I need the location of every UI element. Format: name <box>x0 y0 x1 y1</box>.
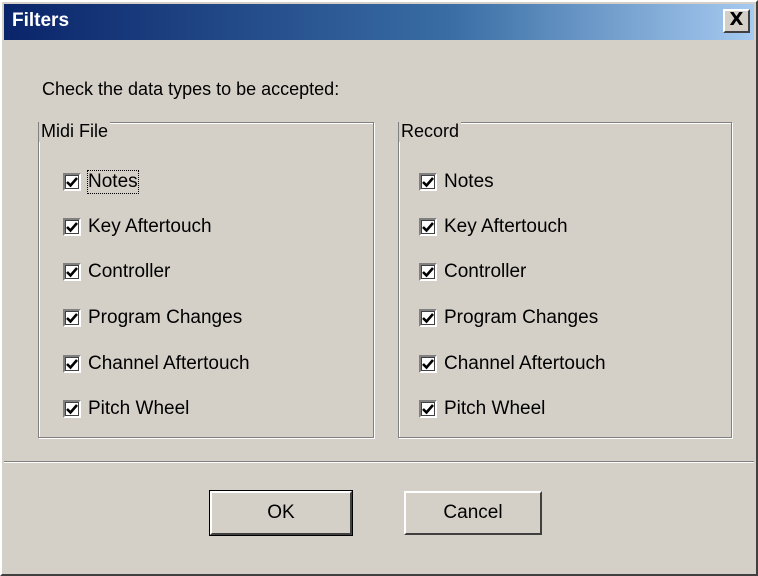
checkbox-box[interactable] <box>63 218 81 236</box>
midi-file-group-label: Midi File <box>39 121 111 142</box>
checkbox-box[interactable] <box>63 263 81 281</box>
checkbox-box[interactable] <box>419 400 437 418</box>
checkbox-label: Controller <box>444 261 527 282</box>
checkbox-label: Pitch Wheel <box>444 398 546 419</box>
checkbox-box[interactable] <box>63 355 81 373</box>
cancel-button[interactable]: Cancel <box>404 491 542 535</box>
checkbox-label: Pitch Wheel <box>88 398 190 419</box>
checkbox-label: Program Changes <box>88 307 243 328</box>
ok-button[interactable]: OK <box>209 490 353 536</box>
window-title: Filters <box>12 10 70 31</box>
checkbox-label: Program Changes <box>444 307 599 328</box>
checkbox-label: Key Aftertouch <box>88 216 212 237</box>
button-separator <box>4 461 754 463</box>
instruction-text: Check the data types to be accepted: <box>42 79 340 99</box>
checkbox-label: Notes <box>444 171 494 192</box>
checkbox-box[interactable] <box>63 400 81 418</box>
checkbox-box[interactable] <box>419 218 437 236</box>
midi-file-group: Midi File Notes Key Aftertouch Controlle… <box>38 121 374 438</box>
record-group-label: Record <box>399 121 462 142</box>
checkbox-label: Notes <box>87 170 139 194</box>
checkbox-box[interactable] <box>419 355 437 373</box>
close-button[interactable]: X <box>723 9 750 33</box>
checkbox-box[interactable] <box>63 309 81 327</box>
filters-dialog: Filters X Check the data types to be acc… <box>0 0 758 576</box>
title-bar[interactable]: Filters X <box>4 4 754 40</box>
checkbox-box[interactable] <box>419 309 437 327</box>
checkbox-label: Channel Aftertouch <box>444 353 606 374</box>
checkbox-box[interactable] <box>419 263 437 281</box>
record-group: Record Notes Key Aftertouch Controller P… <box>398 121 732 438</box>
checkbox-label: Channel Aftertouch <box>88 353 250 374</box>
close-icon: X <box>729 9 744 30</box>
checkbox-box[interactable] <box>63 173 81 191</box>
checkbox-box[interactable] <box>419 173 437 191</box>
checkbox-label: Key Aftertouch <box>444 216 568 237</box>
checkbox-label: Controller <box>88 261 171 282</box>
